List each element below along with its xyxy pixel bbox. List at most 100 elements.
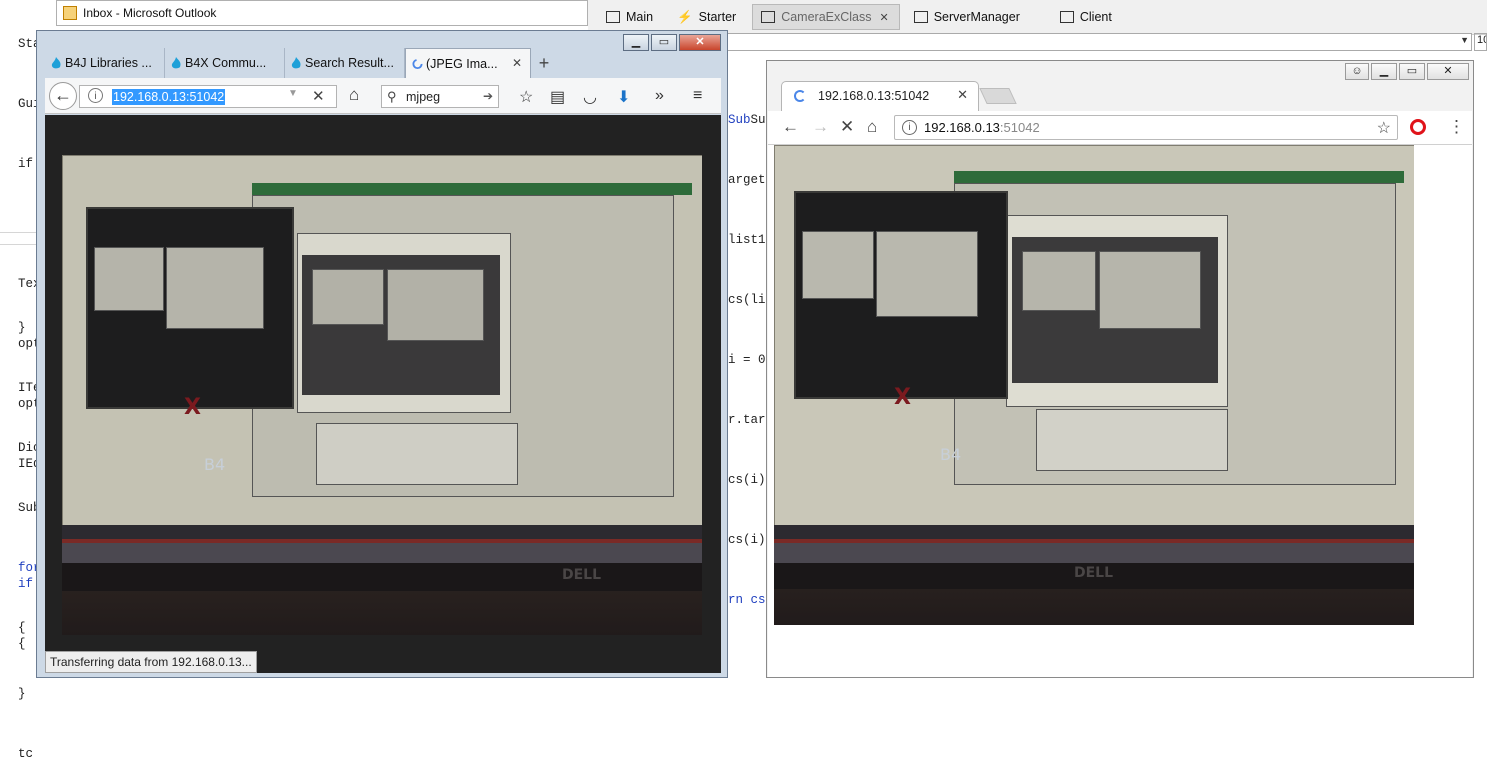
b4x-label: B4 [204, 455, 226, 474]
info-icon[interactable]: i [902, 120, 917, 135]
lightning-icon: ⚡ [677, 9, 693, 24]
hamburger-menu-icon[interactable]: ≡ [693, 87, 702, 105]
firefox-page-content: X B4 DELL [45, 115, 721, 673]
bookmark-star-icon[interactable]: ☆ [1377, 118, 1391, 138]
url-text[interactable]: 192.168.0.13:51042 [924, 120, 1040, 135]
red-logo: X [184, 395, 201, 420]
tab-label: 192.168.0.13:51042 [818, 89, 930, 103]
download-icon[interactable]: ⬇ [617, 87, 630, 107]
tab-jpeg-image[interactable]: (JPEG Ima... ✕ [405, 48, 531, 78]
kebab-menu-icon[interactable]: ⋮ [1448, 117, 1465, 137]
code-editor-left-bottom: } tc [18, 644, 33, 784]
tab-b4x-community[interactable]: B4X Commu... [165, 48, 285, 78]
taskbar [62, 525, 702, 539]
close-button[interactable]: ✕ [679, 34, 721, 51]
maximize-button[interactable]: ▭ [651, 34, 677, 51]
outlook-icon [63, 6, 77, 20]
font-size-box[interactable]: 10 [1474, 33, 1487, 51]
taskbar [774, 543, 1414, 563]
loading-spinner-icon [794, 90, 806, 102]
class-icon [913, 11, 928, 23]
bookmark-star-icon[interactable]: ☆ [519, 87, 533, 107]
editor-area [954, 171, 1404, 183]
tab-label: Search Result... [305, 56, 394, 70]
back-button[interactable]: ← [49, 82, 77, 110]
dialog [1036, 409, 1228, 471]
tab-label: B4X Commu... [185, 56, 267, 70]
overflow-chevron-icon[interactable]: » [655, 87, 664, 105]
tab-label: Starter [698, 10, 737, 24]
webcam-image: X B4 DELL [62, 155, 702, 635]
tab-label: CameraExClass [781, 10, 872, 24]
home-icon[interactable]: ⌂ [867, 117, 877, 137]
omnibox[interactable]: i 192.168.0.13:51042 ☆ [894, 115, 1398, 140]
firefox-tab-strip: B4J Libraries ... B4X Commu... Search Re… [45, 48, 557, 78]
tab-servermanager[interactable]: ServerManager [906, 5, 1030, 29]
chrome-toolbar: ← → ✕ ⌂ i 192.168.0.13:51042 ☆ ⋮ [768, 111, 1472, 145]
close-icon[interactable]: ✕ [512, 56, 522, 70]
chevron-down-icon[interactable]: ▼ [288, 88, 298, 99]
b4x-flame-icon [291, 57, 301, 69]
webcam-image: X B4 DELL [774, 145, 1414, 625]
tab-label: Main [626, 10, 654, 24]
class-icon [1059, 11, 1074, 23]
user-profile-button[interactable]: ☺ [1345, 63, 1369, 80]
chrome-page-content: X B4 DELL [768, 145, 1472, 677]
stop-icon[interactable]: ✕ [312, 87, 325, 105]
forward-arrow-icon[interactable]: → [812, 117, 829, 137]
tab-main[interactable]: Main [598, 5, 663, 29]
url-text[interactable]: 192.168.0.13:51042 [112, 89, 226, 105]
dell-logo: DELL [562, 567, 602, 583]
editor-divider [0, 244, 36, 245]
close-icon[interactable]: ✕ [880, 11, 889, 24]
maximize-button[interactable]: ▭ [1399, 63, 1425, 80]
window-controls: ☺ ▁ ▭ ✕ [1343, 63, 1469, 80]
home-icon[interactable]: ⌂ [349, 85, 359, 105]
close-icon[interactable]: ✕ [957, 87, 968, 103]
inner-thumb [1022, 251, 1096, 311]
new-tab-button[interactable] [979, 88, 1017, 104]
inner-thumb [166, 247, 264, 329]
url-bar[interactable]: i 192.168.0.13:51042 ▼ ✕ [79, 85, 337, 108]
tab-search-results[interactable]: Search Result... [285, 48, 405, 78]
inner-thumb [876, 231, 978, 317]
inner-thumb [94, 247, 164, 311]
opera-extension-icon[interactable] [1410, 119, 1426, 135]
arrow-right-icon[interactable]: ➔ [483, 89, 493, 103]
tab-b4j-libraries[interactable]: B4J Libraries ... [45, 48, 165, 78]
search-input[interactable]: ⚲ mjpeg ➔ [381, 85, 499, 108]
tab-starter[interactable]: ⚡ Starter [669, 5, 746, 29]
stop-icon[interactable]: ✕ [840, 117, 854, 137]
firefox-navbar: ← i 192.168.0.13:51042 ▼ ✕ ⌂ ⚲ mjpeg ➔ ☆… [45, 78, 721, 114]
dell-logo: DELL [1074, 565, 1114, 581]
info-icon[interactable]: i [88, 88, 103, 103]
minimize-button[interactable]: ▁ [623, 34, 649, 51]
outlook-window-titlebar[interactable]: Inbox - Microsoft Outlook [56, 0, 588, 26]
tab-192-168-0-13[interactable]: 192.168.0.13:51042 ✕ [781, 81, 979, 111]
search-text[interactable]: mjpeg [406, 90, 440, 104]
window-title: Inbox - Microsoft Outlook [83, 6, 217, 20]
red-logo: X [894, 385, 911, 410]
chrome-window: ☺ ▁ ▭ ✕ 192.168.0.13:51042 ✕ ← → ✕ ⌂ i 1… [766, 60, 1474, 678]
class-icon [761, 11, 776, 23]
editor-divider [0, 232, 36, 233]
search-icon: ⚲ [387, 89, 397, 104]
tab-label: (JPEG Ima... [426, 56, 498, 71]
module-icon [606, 11, 620, 23]
minimize-button[interactable]: ▁ [1371, 63, 1397, 80]
tab-label: B4J Libraries ... [65, 56, 152, 70]
pocket-icon[interactable]: ◡ [583, 87, 597, 107]
tab-label: Client [1079, 10, 1112, 24]
close-button[interactable]: ✕ [1427, 63, 1469, 80]
new-tab-button[interactable]: + [531, 48, 557, 78]
window-controls: ▁ ▭ ✕ [621, 34, 721, 51]
tab-cameraexclass[interactable]: CameraExClass ✕ [752, 4, 900, 30]
code-line: } [18, 687, 26, 701]
inner-thumb [1099, 251, 1201, 329]
taskbar [62, 543, 702, 563]
tab-client[interactable]: Client [1052, 5, 1122, 29]
editor-area [252, 183, 692, 195]
reading-list-icon[interactable]: ▤ [550, 87, 565, 107]
back-arrow-icon[interactable]: ← [782, 117, 799, 137]
chevron-down-icon: ▼ [1460, 35, 1469, 45]
